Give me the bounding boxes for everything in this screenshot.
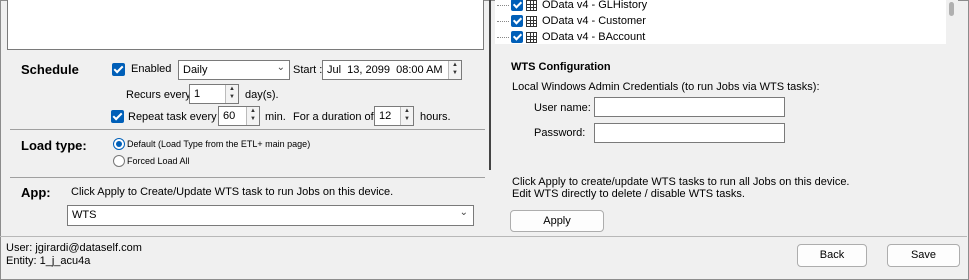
footer-divider — [0, 236, 967, 237]
tree-item-label: OData v4 - Customer — [542, 15, 646, 27]
tree-connector — [497, 36, 509, 38]
duration-label: For a duration of — [293, 111, 374, 123]
load-type-heading: Load type: — [21, 138, 87, 153]
app-heading: App: — [21, 185, 51, 200]
table-icon — [526, 15, 537, 27]
frequency-value: Daily — [183, 64, 208, 76]
start-datetime-picker[interactable]: Jul 13, 2099 08:00 AM ▲ ▼ — [322, 60, 462, 80]
back-button[interactable]: Back — [797, 244, 867, 267]
password-label: Password: — [534, 127, 586, 139]
tree-checkbox[interactable] — [511, 31, 523, 43]
recurs-spinner[interactable]: ▲ ▼ — [225, 85, 238, 103]
tree-item-label: OData v4 - GLHistory — [542, 0, 648, 11]
frequency-select[interactable]: Daily ⌄ — [178, 60, 290, 80]
recurs-label: Recurs every: — [126, 89, 194, 101]
recurs-unit: day(s). — [245, 89, 279, 101]
enabled-checkbox[interactable] — [112, 63, 125, 76]
job-list-panel[interactable] — [7, 0, 484, 50]
schedule-heading: Schedule — [21, 62, 79, 77]
recurs-input[interactable]: 1 ▲ ▼ — [189, 84, 239, 104]
wts-info-line1: Click Apply to create/update WTS tasks t… — [512, 176, 850, 188]
chevron-down-icon: ⌄ — [459, 207, 468, 218]
password-input[interactable] — [594, 123, 785, 143]
start-label: Start : — [293, 64, 323, 76]
app-select-value: WTS — [72, 209, 97, 221]
scrollbar-thumb[interactable] — [949, 2, 954, 16]
tree-item[interactable]: OData v4 - Customer — [497, 13, 646, 29]
repeat-unit: min. — [265, 111, 286, 123]
tree-item[interactable]: OData v4 - GLHistory — [497, 0, 647, 13]
forced-load-radio[interactable] — [113, 155, 125, 167]
duration-spinner[interactable]: ▲ ▼ — [400, 107, 413, 125]
tree-scrollbar[interactable] — [946, 0, 958, 44]
tree-item[interactable]: OData v4 - BAccount — [497, 29, 645, 45]
repeat-spinner[interactable]: ▲ ▼ — [246, 107, 259, 125]
start-datetime-value: Jul 13, 2099 08:00 AM — [327, 64, 443, 76]
save-button[interactable]: Save — [887, 244, 960, 267]
default-load-label: Default (Load Type from the ETL+ main pa… — [127, 139, 311, 149]
tree-item-label: OData v4 - BAccount — [542, 31, 646, 43]
datetime-spinner[interactable]: ▲ ▼ — [448, 61, 461, 79]
table-icon — [526, 0, 537, 11]
repeat-checkbox[interactable] — [111, 110, 124, 123]
username-label: User name: — [534, 102, 591, 114]
app-select[interactable]: WTS ⌄ — [67, 205, 474, 226]
default-load-radio[interactable] — [113, 138, 125, 150]
table-icon — [526, 31, 537, 43]
apply-button[interactable]: Apply — [510, 210, 604, 232]
tree-checkbox[interactable] — [511, 0, 523, 11]
tree-connector — [497, 20, 509, 22]
repeat-label: Repeat task every — [128, 111, 217, 123]
wts-heading: WTS Configuration — [511, 61, 611, 73]
chevron-down-icon: ⌄ — [276, 62, 285, 73]
divider — [10, 129, 485, 130]
tree-checkbox[interactable] — [511, 15, 523, 27]
duration-value: 12 — [379, 110, 392, 122]
recurs-value: 1 — [194, 88, 201, 100]
duration-unit: hours. — [420, 111, 451, 123]
wts-info-line2: Edit WTS directly to delete / disable WT… — [512, 188, 745, 200]
tree-connector — [497, 4, 509, 6]
vertical-divider — [489, 0, 491, 170]
footer-user: User: jgirardi@dataself.com — [6, 242, 142, 254]
wts-credentials-text: Local Windows Admin Credentials (to run … — [512, 81, 820, 93]
forced-load-label: Forced Load All — [127, 156, 190, 166]
duration-input[interactable]: 12 ▲ ▼ — [374, 106, 414, 126]
repeat-value: 60 — [223, 110, 236, 122]
repeat-input[interactable]: 60 ▲ ▼ — [218, 106, 260, 126]
username-input[interactable] — [594, 97, 785, 117]
footer-entity: Entity: 1_j_acu4a — [6, 255, 91, 267]
divider — [10, 177, 485, 178]
enabled-label: Enabled — [131, 63, 172, 75]
app-description: Click Apply to Create/Update WTS task to… — [71, 186, 394, 198]
